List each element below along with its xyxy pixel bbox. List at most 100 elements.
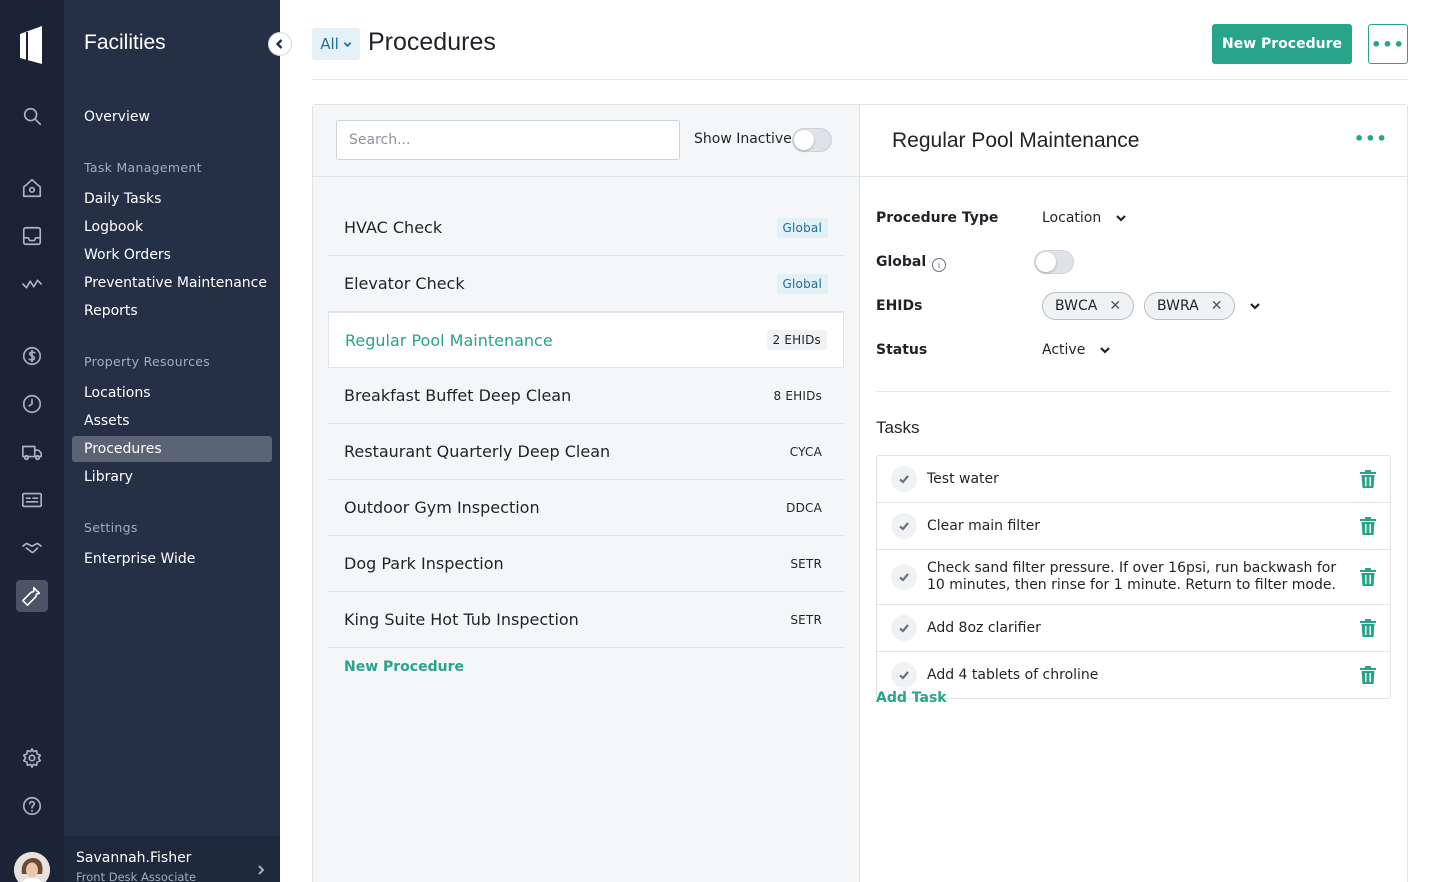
user-role: Front Desk Associate — [76, 870, 197, 882]
procedure-name: Restaurant Quarterly Deep Clean — [344, 442, 611, 461]
handshake-icon[interactable] — [16, 532, 48, 564]
sidebar-item-daily-tasks[interactable]: Daily Tasks — [72, 186, 272, 212]
show-inactive-toggle[interactable] — [792, 128, 832, 152]
detail-more-button[interactable]: ••• — [1354, 129, 1388, 148]
sidebar-item-library[interactable]: Library — [72, 464, 272, 490]
ehids-select[interactable]: BWCA ✕ BWRA ✕ — [1042, 292, 1261, 320]
procedure-row[interactable]: Dog Park Inspection SETR — [328, 536, 844, 592]
check-icon[interactable] — [891, 466, 917, 492]
ehids-label: EHIDs — [876, 298, 923, 314]
sidebar-item-assets[interactable]: Assets — [72, 408, 272, 434]
inbox-icon[interactable] — [16, 220, 48, 252]
chevron-left-icon — [275, 39, 283, 49]
tasks-heading: Tasks — [876, 418, 920, 437]
new-procedure-button[interactable]: New Procedure — [1212, 24, 1352, 64]
sidebar-item-overview[interactable]: Overview — [72, 104, 272, 130]
procedure-tag: CYCA — [789, 444, 822, 459]
more-options-button[interactable]: ••• — [1368, 24, 1408, 64]
sidebar-item-logbook[interactable]: Logbook — [72, 214, 272, 240]
id-card-icon[interactable] — [16, 484, 48, 516]
procedure-tag: SETR — [790, 612, 822, 627]
procedure-row[interactable]: Outdoor Gym Inspection DDCA — [328, 480, 844, 536]
clock-icon[interactable] — [16, 388, 48, 420]
check-icon[interactable] — [891, 662, 917, 688]
procedure-tag: 2 EHIDs — [766, 330, 827, 350]
settings-icon[interactable] — [16, 742, 48, 774]
chevron-down-icon — [1115, 212, 1127, 224]
procedure-tag: Global — [776, 217, 828, 238]
avatar[interactable] — [14, 852, 50, 882]
collapse-sidebar-button[interactable] — [268, 32, 292, 56]
chevron-down-icon[interactable] — [1249, 300, 1261, 312]
sidebar-item-work-orders[interactable]: Work Orders — [72, 242, 272, 268]
sidebar-group-settings: Settings — [84, 520, 138, 535]
ehid-chip-label: BWCA — [1055, 298, 1098, 314]
sidebar-item-locations[interactable]: Locations — [72, 380, 272, 406]
close-icon[interactable]: ✕ — [1211, 298, 1223, 314]
user-name: Savannah.Fisher — [76, 850, 192, 866]
sidebar-item-reports[interactable]: Reports — [72, 298, 272, 324]
detail-header: Regular Pool Maintenance ••• — [860, 105, 1407, 177]
check-icon[interactable] — [891, 564, 917, 590]
procedure-name: Elevator Check — [344, 274, 465, 293]
check-icon[interactable] — [891, 615, 917, 641]
filter-dropdown[interactable]: All — [312, 28, 360, 60]
task-text[interactable]: Add 4 tablets of chroline — [917, 667, 1360, 684]
procedure-name: Outdoor Gym Inspection — [344, 498, 540, 517]
trash-icon[interactable] — [1360, 619, 1376, 637]
search-input[interactable] — [336, 120, 680, 160]
procedure-row[interactable]: HVAC Check Global — [328, 200, 844, 256]
user-menu[interactable]: Savannah.Fisher Front Desk Associate — [64, 836, 280, 882]
help-icon[interactable] — [16, 790, 48, 822]
show-inactive-label: Show Inactive — [694, 131, 792, 147]
task-item: Add 8oz clarifier — [877, 605, 1390, 652]
status-select[interactable]: Active — [1042, 342, 1111, 358]
task-text[interactable]: Test water — [917, 471, 1360, 488]
procedure-row[interactable]: King Suite Hot Tub Inspection SETR — [328, 592, 844, 648]
trash-icon[interactable] — [1360, 470, 1376, 488]
task-item: Check sand filter pressure. If over 16ps… — [877, 550, 1390, 605]
sidebar-item-procedures[interactable]: Procedures — [72, 436, 272, 462]
chevron-right-icon[interactable] — [256, 860, 266, 875]
procedure-row[interactable]: Breakfast Buffet Deep Clean 8 EHIDs — [328, 368, 844, 424]
procedure-name: Breakfast Buffet Deep Clean — [344, 386, 572, 405]
procedure-type-select[interactable]: Location — [1042, 210, 1127, 226]
sidebar-item-preventative-maintenance[interactable]: Preventative Maintenance — [72, 270, 272, 296]
procedure-row-selected[interactable]: Regular Pool Maintenance 2 EHIDs — [328, 312, 844, 368]
procedure-tag: Global — [776, 273, 828, 294]
task-text[interactable]: Clear main filter — [917, 518, 1360, 535]
ehid-chip: BWCA ✕ — [1042, 292, 1135, 320]
sidebar: Facilities Overview Task Management Dail… — [64, 0, 280, 882]
trash-icon[interactable] — [1360, 666, 1376, 684]
task-item: Clear main filter — [877, 503, 1390, 550]
activity-icon[interactable] — [16, 268, 48, 300]
check-icon[interactable] — [891, 513, 917, 539]
trash-icon[interactable] — [1360, 568, 1376, 586]
task-text[interactable]: Add 8oz clarifier — [917, 620, 1360, 637]
new-procedure-link[interactable]: New Procedure — [344, 659, 464, 675]
procedure-list-pane: Show Inactive HVAC Check Global Elevator… — [313, 105, 860, 882]
dollar-icon[interactable] — [16, 340, 48, 372]
status-label: Status — [876, 342, 928, 358]
global-toggle[interactable] — [1034, 250, 1074, 274]
wrench-icon[interactable] — [16, 580, 48, 612]
trash-icon[interactable] — [1360, 517, 1376, 535]
global-label: Global — [876, 254, 927, 270]
close-icon[interactable]: ✕ — [1109, 298, 1121, 314]
procedure-name: King Suite Hot Tub Inspection — [344, 610, 579, 629]
ehid-chip-label: BWRA — [1157, 298, 1199, 314]
procedure-tag: SETR — [790, 556, 822, 571]
add-task-link[interactable]: Add Task — [876, 690, 947, 706]
search-icon[interactable] — [16, 100, 48, 132]
sidebar-item-enterprise-wide[interactable]: Enterprise Wide — [72, 546, 272, 572]
chevron-down-icon — [343, 41, 352, 47]
list-toolbar: Show Inactive — [313, 105, 860, 177]
info-icon[interactable]: i — [932, 258, 946, 272]
truck-icon[interactable] — [16, 436, 48, 468]
logo-icon[interactable] — [16, 24, 48, 68]
home-icon[interactable] — [16, 172, 48, 204]
procedure-row[interactable]: Restaurant Quarterly Deep Clean CYCA — [328, 424, 844, 480]
procedure-name: Dog Park Inspection — [344, 554, 504, 573]
procedure-row[interactable]: Elevator Check Global — [328, 256, 844, 312]
task-text[interactable]: Check sand filter pressure. If over 16ps… — [917, 560, 1360, 594]
